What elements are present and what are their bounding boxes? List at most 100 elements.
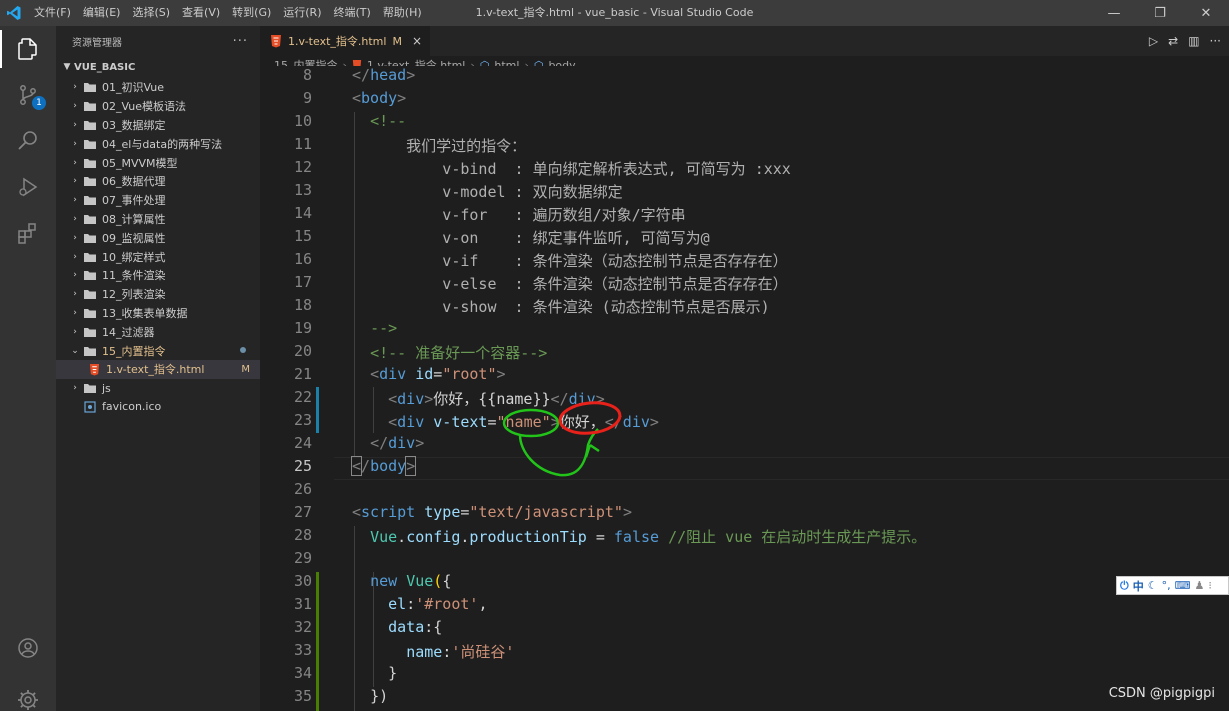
skin-icon: ⁝ xyxy=(1208,579,1212,592)
restore-icon[interactable]: ❐ xyxy=(1137,0,1183,26)
code-line: }) xyxy=(370,687,389,705)
folder-icon xyxy=(82,175,98,187)
account-icon[interactable] xyxy=(0,625,56,671)
tab-label: 1.v-text_指令.html xyxy=(288,35,387,48)
chevron-right-icon: › xyxy=(73,326,77,337)
folder-icon xyxy=(82,251,98,263)
split-editor-icon[interactable]: ▥ xyxy=(1188,34,1199,48)
open-changes-icon[interactable]: ⇄ xyxy=(1168,34,1178,48)
line-number: 13 xyxy=(293,181,312,199)
code-line: </div> xyxy=(370,434,425,452)
folder-item[interactable]: › 09_监视属性 xyxy=(56,228,260,247)
folder-item[interactable]: ⌄ 15_内置指令 xyxy=(56,341,260,360)
run-icon[interactable]: ▷ xyxy=(1149,34,1158,48)
chevron-right-icon: › xyxy=(73,138,77,149)
editor-actions: ▷ ⇄ ▥ ··· xyxy=(1149,26,1221,56)
chevron-right-icon: › xyxy=(73,232,77,243)
chevron-right-icon: › xyxy=(73,289,77,300)
line-number: 28 xyxy=(293,526,312,544)
tree-item-label: 14_过滤器 xyxy=(102,325,155,339)
title-bar: 文件(F) 编辑(E) 选择(S) 查看(V) 转到(G) 运行(R) 终端(T) 帮助(H)… xyxy=(0,0,1229,26)
folder-item[interactable]: › 04_el与data的两种写法 xyxy=(56,134,260,153)
tab-close-icon[interactable]: × xyxy=(412,34,422,48)
folder-icon xyxy=(82,213,98,225)
line-number: 21 xyxy=(293,365,312,383)
minimize-icon[interactable]: — xyxy=(1091,0,1137,26)
line-number: 10 xyxy=(293,112,312,130)
chevron-right-icon: › xyxy=(73,251,77,262)
run-debug-icon[interactable] xyxy=(0,164,56,210)
folder-item[interactable]: › js xyxy=(56,379,260,398)
extensions-icon[interactable] xyxy=(0,210,56,256)
menu-item[interactable]: 查看(V) xyxy=(176,0,226,26)
folder-item[interactable]: › 10_绑定样式 xyxy=(56,247,260,266)
line-number: 11 xyxy=(293,135,312,153)
code-line: <body> xyxy=(352,89,407,107)
line-number: 32 xyxy=(293,618,312,636)
modified-lines-indicator xyxy=(316,387,319,433)
folder-item[interactable]: › 05_MVVM模型 xyxy=(56,153,260,172)
menu-item[interactable]: 运行(R) xyxy=(277,0,327,26)
watermark: CSDN @pigpigpi xyxy=(1108,686,1215,701)
chevron-right-icon: › xyxy=(73,195,77,206)
code-editor[interactable]: 8 9 10 11 12 13 14 15 16 17 18 19 20 21 22 23 24 25 26 27 28… xyxy=(260,66,1229,711)
folder-item[interactable]: › 11_条件渲染 xyxy=(56,266,260,285)
explorer-sidebar: 资源管理器 ··· ▼ VUE_BASIC › 01_初识Vue › 02_Vue模板… xyxy=(56,26,260,711)
line-number: 16 xyxy=(293,250,312,268)
folder-item[interactable]: › 14_过滤器 xyxy=(56,322,260,341)
chevron-right-icon: › xyxy=(73,82,77,93)
tab-v-text-html[interactable]: 1.v-text_指令.html M × xyxy=(260,26,431,56)
file-item[interactable]: 1.v-text_指令.html M xyxy=(56,359,260,379)
code-line: v-if : 条件渲染（动态控制节点是否存存在） xyxy=(352,252,788,270)
menu-item[interactable]: 转到(G) xyxy=(226,0,277,26)
chevron-right-icon: › xyxy=(73,383,77,394)
html-file-icon xyxy=(86,363,102,376)
folder-item[interactable]: › 13_收集表单数据 xyxy=(56,304,260,323)
tree-item-label: 10_绑定样式 xyxy=(102,250,166,264)
file-item[interactable]: favicon.ico xyxy=(56,398,260,417)
line-number: 34 xyxy=(293,664,312,682)
source-control-icon[interactable]: 1 xyxy=(0,72,56,118)
folder-open-icon xyxy=(82,345,98,357)
settings-gear-icon[interactable] xyxy=(0,677,56,711)
folder-icon xyxy=(82,382,98,394)
folder-item[interactable]: › 01_初识Vue xyxy=(56,78,260,97)
menu-item[interactable]: 编辑(E) xyxy=(77,0,127,26)
tree-item-label: 09_监视属性 xyxy=(102,231,166,245)
folder-item[interactable]: › 08_计算属性 xyxy=(56,210,260,229)
code-line: v-model : 双向数据绑定 xyxy=(352,183,623,201)
folder-icon xyxy=(82,81,98,93)
green-circle-annotation xyxy=(502,408,560,438)
folder-item[interactable]: › 02_Vue模板语法 xyxy=(56,97,260,116)
menu-item[interactable]: 文件(F) xyxy=(28,0,77,26)
code-line: v-for : 遍历数组/对象/字符串 xyxy=(352,206,686,224)
more-actions-icon[interactable]: ··· xyxy=(233,34,248,49)
code-line: </body> xyxy=(350,456,417,476)
more-editor-actions-icon[interactable]: ··· xyxy=(1210,34,1221,48)
code-line: data:{ xyxy=(388,618,443,636)
folder-icon xyxy=(82,232,98,244)
folder-item[interactable]: › 07_事件处理 xyxy=(56,191,260,210)
search-icon[interactable] xyxy=(0,118,56,164)
folder-item[interactable]: › 06_数据代理 xyxy=(56,172,260,191)
folder-item[interactable]: › 12_列表渲染 xyxy=(56,285,260,304)
chevron-right-icon: › xyxy=(73,101,77,112)
menu-item[interactable]: 终端(T) xyxy=(328,0,377,26)
ime-toolbar[interactable]: ⏻ 中 ☾ °, ⌨ ♟ ⁝ xyxy=(1116,576,1229,595)
code-line: <script type="text/javascript"> xyxy=(352,503,632,521)
code-line: --> xyxy=(370,319,398,337)
close-icon[interactable]: ✕ xyxy=(1183,0,1229,26)
line-number: 25 xyxy=(293,457,312,475)
tree-item-label: 1.v-text_指令.html xyxy=(106,363,205,377)
folder-item[interactable]: › 03_数据绑定 xyxy=(56,116,260,135)
folder-icon xyxy=(82,119,98,131)
line-number: 12 xyxy=(293,158,312,176)
red-circle-annotation xyxy=(558,401,622,435)
workspace-section[interactable]: ▼ VUE_BASIC xyxy=(56,56,260,78)
menu-item[interactable]: 选择(S) xyxy=(126,0,176,26)
explorer-icon[interactable] xyxy=(0,26,56,72)
line-number: 26 xyxy=(293,480,312,498)
menu-item[interactable]: 帮助(H) xyxy=(377,0,428,26)
modified-dot-icon xyxy=(240,347,246,354)
menu-bar: 文件(F) 编辑(E) 选择(S) 查看(V) 转到(G) 运行(R) 终端(T) 帮助(H) xyxy=(28,0,428,26)
